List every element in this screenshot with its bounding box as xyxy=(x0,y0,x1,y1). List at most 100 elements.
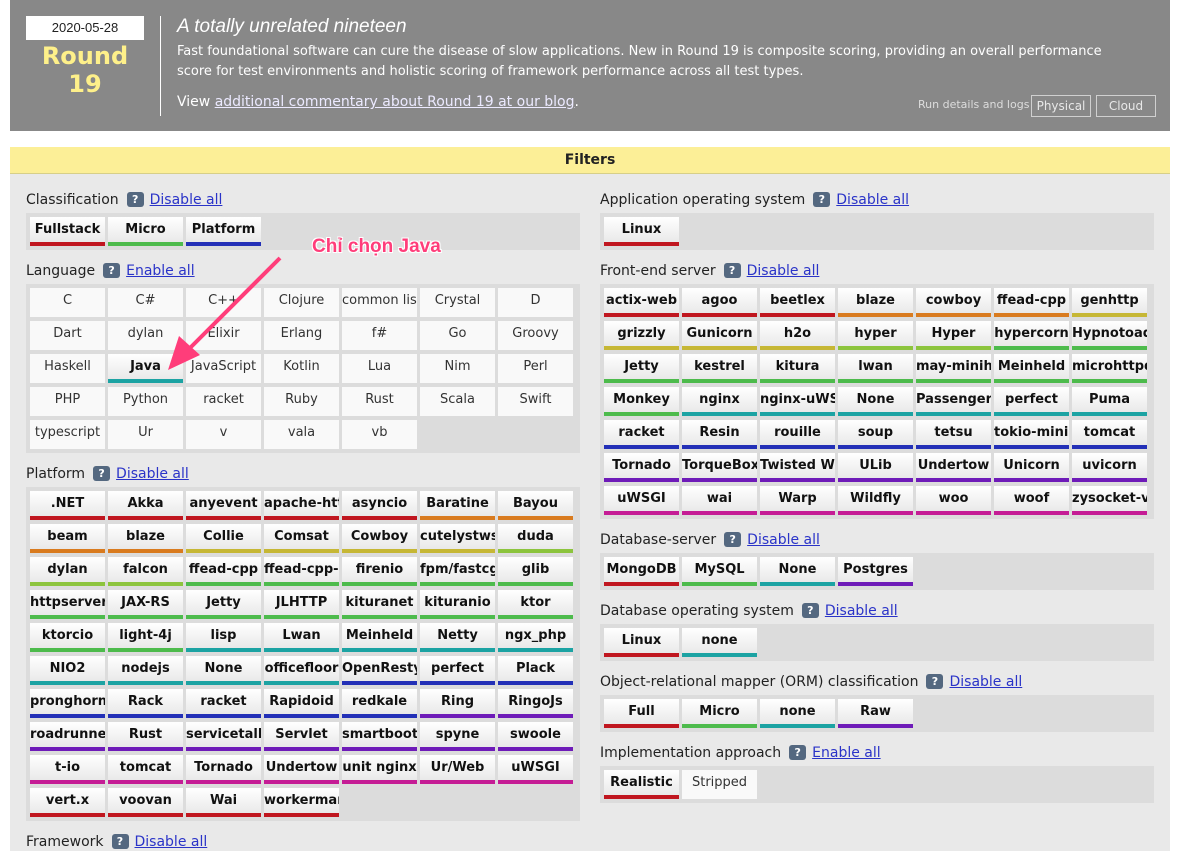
filter-toggle-language-java[interactable]: Java xyxy=(108,354,183,383)
filter-toggle-platform-perfect[interactable]: perfect xyxy=(420,656,495,685)
filter-toggle-front-end-server-rouille[interactable]: rouille xyxy=(760,420,835,449)
filter-toggle-platform-redkale[interactable]: redkale xyxy=(342,689,417,718)
filter-toggle-front-end-server-actix-web[interactable]: actix-web xyxy=(604,288,679,317)
filter-toggle-language-nim[interactable]: Nim xyxy=(420,354,495,383)
filter-toggle-front-end-server-jetty[interactable]: Jetty xyxy=(604,354,679,383)
filter-toggle-platform-roadrunner[interactable]: roadrunner xyxy=(30,722,105,751)
filter-toggle-platform-rapidoid[interactable]: Rapidoid xyxy=(264,689,339,718)
database-server-toggle-all-link[interactable]: Disable all xyxy=(747,532,820,548)
filter-toggle-front-end-server-none[interactable]: None xyxy=(838,387,913,416)
filter-toggle-front-end-server-tetsu[interactable]: tetsu xyxy=(916,420,991,449)
filter-toggle-front-end-server-cowboy[interactable]: cowboy xyxy=(916,288,991,317)
filter-toggle-language-racket[interactable]: racket xyxy=(186,387,261,416)
filter-toggle-language-crystal[interactable]: Crystal xyxy=(420,288,495,317)
filter-toggle-platform-nio2[interactable]: NIO2 xyxy=(30,656,105,685)
filter-toggle-front-end-server-warp[interactable]: Warp xyxy=(760,486,835,515)
filter-toggle-front-end-server-nginx[interactable]: nginx xyxy=(682,387,757,416)
filter-toggle-platform-undertow[interactable]: Undertow xyxy=(264,755,339,784)
filter-toggle-front-end-server-may-minihttp[interactable]: may-minihttp xyxy=(916,354,991,383)
filter-toggle-front-end-server-grizzly[interactable]: grizzly xyxy=(604,321,679,350)
filter-toggle-language-typescript[interactable]: typescript xyxy=(30,420,105,449)
filter-toggle-platform-cowboy[interactable]: Cowboy xyxy=(342,524,417,553)
framework-toggle-all-link[interactable]: Disable all xyxy=(135,834,208,850)
filter-toggle-front-end-server-ulib[interactable]: ULib xyxy=(838,453,913,482)
filter-toggle-front-end-server-passenger[interactable]: Passenger xyxy=(916,387,991,416)
help-icon[interactable]: ? xyxy=(126,192,144,207)
filter-toggle-platform-fpm-fastcgi[interactable]: fpm/fastcgi xyxy=(420,557,495,586)
filter-toggle-platform-light-4j[interactable]: light-4j xyxy=(108,623,183,652)
filter-toggle-front-end-server-microhttpd[interactable]: microhttpd xyxy=(1072,354,1147,383)
filter-toggle-language-rust[interactable]: Rust xyxy=(342,387,417,416)
filter-toggle-platform-ur-web[interactable]: Ur/Web xyxy=(420,755,495,784)
filter-toggle-language-lua[interactable]: Lua xyxy=(342,354,417,383)
filter-toggle-database-operating-system-none[interactable]: none xyxy=(682,628,757,657)
filter-toggle-front-end-server-hypercorn[interactable]: hypercorn xyxy=(994,321,1069,350)
filter-toggle-front-end-server-kitura[interactable]: kitura xyxy=(760,354,835,383)
filter-toggle-front-end-server-wai[interactable]: wai xyxy=(682,486,757,515)
filter-toggle-front-end-server-soup[interactable]: soup xyxy=(838,420,913,449)
help-icon[interactable]: ? xyxy=(723,263,741,278)
filter-toggle-front-end-server-tokio-minihttp[interactable]: tokio-minihttp xyxy=(994,420,1069,449)
filter-toggle-language-perl[interactable]: Perl xyxy=(498,354,573,383)
filter-toggle-platform-ktor[interactable]: ktor xyxy=(498,590,573,619)
filter-toggle-language-common-lisp[interactable]: common lisp xyxy=(342,288,417,317)
filter-toggle-front-end-server-lwan[interactable]: lwan xyxy=(838,354,913,383)
filter-toggle-platform-smartboot[interactable]: smartboot xyxy=(342,722,417,751)
help-icon[interactable]: ? xyxy=(801,603,819,618)
filter-toggle-platform-unit-nginx[interactable]: unit nginx xyxy=(342,755,417,784)
filter-toggle-database-operating-system-linux[interactable]: Linux xyxy=(604,628,679,657)
application-operating-system-toggle-all-link[interactable]: Disable all xyxy=(836,192,909,208)
filter-toggle-object-relational-mapper-orm-classification-raw[interactable]: Raw xyxy=(838,699,913,728)
filter-toggle-front-end-server-beetlex[interactable]: beetlex xyxy=(760,288,835,317)
filter-toggle-platform-blaze[interactable]: blaze xyxy=(108,524,183,553)
filter-toggle-platform-falcon[interactable]: falcon xyxy=(108,557,183,586)
filter-toggle-front-end-server-h2o[interactable]: h2o xyxy=(760,321,835,350)
filter-toggle-front-end-server-hyper[interactable]: Hyper xyxy=(916,321,991,350)
filter-toggle-front-end-server-zysocket-v[interactable]: zysocket-v xyxy=(1072,486,1147,515)
help-icon[interactable]: ? xyxy=(789,745,807,760)
filter-toggle-platform-ringojs[interactable]: RingoJs xyxy=(498,689,573,718)
filter-toggle-front-end-server-uwsgi[interactable]: uWSGI xyxy=(604,486,679,515)
implementation-approach-toggle-all-link[interactable]: Enable all xyxy=(812,745,881,761)
filter-toggle-front-end-server-monkey[interactable]: Monkey xyxy=(604,387,679,416)
filter-toggle-platform-rust[interactable]: Rust xyxy=(108,722,183,751)
filter-toggle-object-relational-mapper-orm-classification-full[interactable]: Full xyxy=(604,699,679,728)
filter-toggle-front-end-server-woof[interactable]: woof xyxy=(994,486,1069,515)
filter-toggle-language-haskell[interactable]: Haskell xyxy=(30,354,105,383)
filter-toggle-language-vala[interactable]: vala xyxy=(264,420,339,449)
filter-toggle-platform-lisp[interactable]: lisp xyxy=(186,623,261,652)
filter-toggle-language-swift[interactable]: Swift xyxy=(498,387,573,416)
blog-commentary-link[interactable]: additional commentary about Round 19 at … xyxy=(215,94,575,110)
cloud-button[interactable]: Cloud xyxy=(1096,95,1156,117)
filter-toggle-platform-servicetalk[interactable]: servicetalk xyxy=(186,722,261,751)
filter-toggle-language-elixir[interactable]: Elixir xyxy=(186,321,261,350)
filter-toggle-language-python[interactable]: Python xyxy=(108,387,183,416)
filter-toggle-platform-plack[interactable]: Plack xyxy=(498,656,573,685)
help-icon[interactable]: ? xyxy=(724,532,742,547)
filter-toggle-platform-anyevent[interactable]: anyevent xyxy=(186,491,261,520)
filter-toggle-platform-nodejs[interactable]: nodejs xyxy=(108,656,183,685)
filter-toggle-front-end-server-tomcat[interactable]: tomcat xyxy=(1072,420,1147,449)
filter-toggle-language-f[interactable]: f# xyxy=(342,321,417,350)
filter-toggle-platform-spyne[interactable]: spyne xyxy=(420,722,495,751)
filter-toggle-language-v[interactable]: v xyxy=(186,420,261,449)
filter-toggle-platform-openresty[interactable]: OpenResty xyxy=(342,656,417,685)
filter-toggle-platform-jax-rs[interactable]: JAX-RS xyxy=(108,590,183,619)
filter-toggle-platform-swoole[interactable]: swoole xyxy=(498,722,573,751)
filter-toggle-implementation-approach-realistic[interactable]: Realistic xyxy=(604,770,679,799)
filter-toggle-platform-ffead-cpp-ng[interactable]: ffead-cpp-ng xyxy=(264,557,339,586)
filter-toggle-front-end-server-puma[interactable]: Puma xyxy=(1072,387,1147,416)
help-icon[interactable]: ? xyxy=(926,674,944,689)
filter-toggle-platform-ring[interactable]: Ring xyxy=(420,689,495,718)
filter-toggle-language-kotlin[interactable]: Kotlin xyxy=(264,354,339,383)
filter-toggle-platform-tomcat[interactable]: tomcat xyxy=(108,755,183,784)
filter-toggle-platform-dylan[interactable]: dylan xyxy=(30,557,105,586)
filter-toggle-platform-akka[interactable]: Akka xyxy=(108,491,183,520)
filter-toggle-object-relational-mapper-orm-classification-none[interactable]: none xyxy=(760,699,835,728)
filter-toggle-language-php[interactable]: PHP xyxy=(30,387,105,416)
filter-toggle-platform-bayou[interactable]: Bayou xyxy=(498,491,573,520)
filter-toggle-language-clojure[interactable]: Clojure xyxy=(264,288,339,317)
filter-toggle-platform-httpserver[interactable]: httpserver xyxy=(30,590,105,619)
filter-toggle-platform-lwan[interactable]: Lwan xyxy=(264,623,339,652)
filter-toggle-platform-wai[interactable]: Wai xyxy=(186,788,261,817)
